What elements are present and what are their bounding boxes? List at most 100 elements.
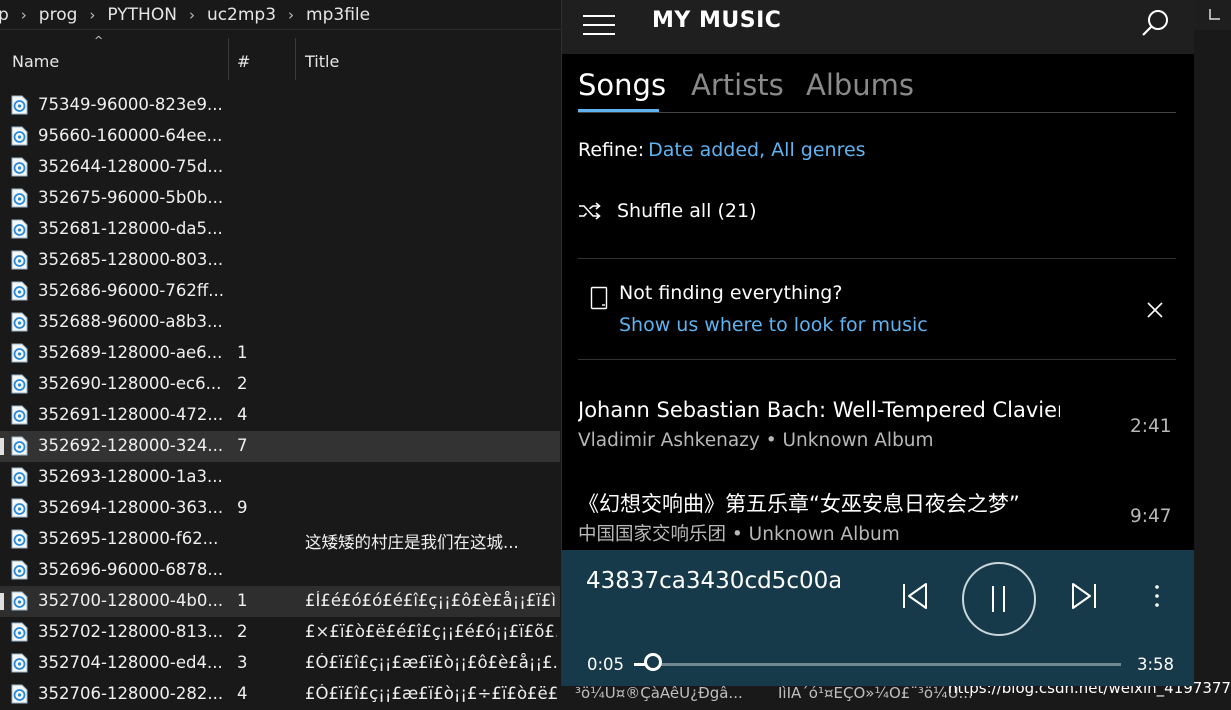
- missing-music-notice: Not finding everything? Show us where to…: [578, 274, 1176, 358]
- file-name: 352704-128000-ed4...: [38, 653, 223, 672]
- audio-file-icon: [11, 622, 28, 642]
- now-playing-bar: 43837ca3430cd5c00ab 0:05 3:58: [562, 550, 1194, 686]
- row-checkbox[interactable]: [0, 438, 4, 455]
- audio-file-icon: [11, 250, 28, 270]
- close-icon[interactable]: [1146, 301, 1164, 319]
- refresh-button[interactable]: [1194, 0, 1231, 30]
- file-track-number: 3: [237, 653, 248, 672]
- refresh-icon: [1209, 9, 1220, 20]
- chevron-right-icon: ›: [20, 5, 27, 24]
- file-row[interactable]: 352688-96000-a8b3...: [0, 307, 560, 338]
- file-row[interactable]: 352686-96000-762ff...: [0, 276, 560, 307]
- pause-button[interactable]: [962, 562, 1036, 636]
- song-list-item[interactable]: 《幻想交响曲》第五乐章“女巫安息日夜会之梦” 中国国家交响乐团 • Unknow…: [578, 480, 1176, 560]
- column-header-name[interactable]: Name: [12, 52, 59, 71]
- file-row[interactable]: 352690-128000-ec6... 2: [0, 369, 560, 400]
- breadcrumb-label: uc2mp3: [206, 4, 277, 25]
- column-divider[interactable]: [295, 38, 296, 80]
- audio-file-icon: [11, 653, 28, 673]
- file-name: 352675-96000-5b0b...: [38, 188, 224, 207]
- sort-ascending-icon: ^: [94, 34, 104, 47]
- breadcrumb-item[interactable]: prog ›: [35, 5, 104, 25]
- now-playing-title[interactable]: 43837ca3430cd5c00ab: [586, 568, 840, 594]
- audio-file-icon: [11, 343, 28, 363]
- audio-file-icon: [11, 436, 28, 456]
- search-button[interactable]: [1140, 8, 1172, 40]
- more-options-button[interactable]: [1154, 584, 1160, 612]
- app-header: MY MUSIC: [562, 0, 1194, 54]
- breadcrumb-item[interactable]: uc2mp3 ›: [203, 5, 302, 25]
- breadcrumb-label: prog: [38, 4, 78, 25]
- file-row[interactable]: 352644-128000-75d...: [0, 152, 560, 183]
- skip-next-icon: [1072, 583, 1096, 609]
- file-track-number: 7: [237, 436, 248, 455]
- file-track-number: 4: [237, 684, 248, 703]
- music-app-window: MY MUSIC Songs Artists Albums Refine: Dat…: [561, 0, 1194, 686]
- breadcrumb-label: mp3file: [306, 4, 371, 25]
- row-checkbox[interactable]: [0, 593, 4, 610]
- current-time: 0:05: [587, 655, 625, 674]
- next-button[interactable]: [1069, 582, 1099, 614]
- seek-bar[interactable]: [634, 653, 1121, 671]
- breadcrumb-item[interactable]: p ›: [0, 5, 35, 25]
- column-header-number[interactable]: #: [237, 52, 250, 71]
- file-row[interactable]: 352692-128000-324... 7: [0, 431, 560, 462]
- tab-artists[interactable]: Artists: [691, 68, 784, 102]
- hamburger-menu-icon[interactable]: [583, 12, 617, 42]
- song-title: 《幻想交响曲》第五乐章“女巫安息日夜会之梦”: [578, 492, 1020, 516]
- file-name: 352696-96000-6878...: [38, 560, 224, 579]
- file-row[interactable]: 352700-128000-4b0... 1 £Í£é£ó£ó£é£î£ç¡¡£ô£…: [0, 586, 560, 617]
- song-subtitle: 中国国家交响乐团 • Unknown Album: [578, 524, 900, 545]
- chevron-right-icon: ›: [188, 5, 195, 24]
- audio-file-icon: [11, 312, 28, 332]
- file-name: 352690-128000-ec6...: [38, 374, 222, 393]
- file-name: 352706-128000-282...: [38, 684, 224, 703]
- file-row[interactable]: 352681-128000-da5...: [0, 214, 560, 245]
- song-title: Johann Sebastian Bach: Well-Tempered Cla…: [578, 398, 1060, 422]
- file-track-number: 1: [237, 343, 248, 362]
- file-row[interactable]: 352693-128000-1a3...: [0, 462, 560, 493]
- file-name: 352685-128000-803...: [38, 250, 224, 269]
- breadcrumb-item[interactable]: mp3file: [302, 5, 374, 25]
- file-row[interactable]: 352695-128000-f62... 这矮矮的村庄是我们在这城...: [0, 524, 560, 555]
- file-row[interactable]: 352704-128000-ed4... 3 £Ó£ï£î£ç¡¡£æ£ï£ò¡¡£…: [0, 648, 560, 679]
- file-row[interactable]: 352675-96000-5b0b...: [0, 183, 560, 214]
- file-row[interactable]: 95660-160000-64ee...: [0, 121, 560, 152]
- file-row[interactable]: 352696-96000-6878...: [0, 555, 560, 586]
- audio-file-icon: [11, 498, 28, 518]
- file-title: 这矮矮的村庄是我们在这城...: [305, 533, 519, 552]
- shuffle-label: Shuffle all (21): [617, 200, 757, 222]
- file-name: 352702-128000-813...: [38, 622, 224, 641]
- device-icon: [590, 286, 608, 310]
- breadcrumb-item[interactable]: PYTHON ›: [103, 5, 203, 25]
- find-music-link[interactable]: Show us where to look for music: [619, 314, 928, 336]
- column-header-title[interactable]: Title: [305, 52, 339, 71]
- tab-albums[interactable]: Albums: [806, 68, 914, 102]
- file-name: 352686-96000-762ff...: [38, 281, 224, 300]
- file-row[interactable]: 352706-128000-282... 4 £Ó£ï£î£ç¡¡£æ£ï£ò¡¡£…: [0, 679, 560, 710]
- shuffle-all-button[interactable]: Shuffle all (21): [578, 200, 757, 222]
- seek-thumb[interactable]: [644, 653, 663, 671]
- audio-file-icon: [11, 560, 28, 580]
- tab-songs[interactable]: Songs: [578, 68, 666, 102]
- audio-file-icon: [11, 219, 28, 239]
- file-name: 352694-128000-363...: [38, 498, 224, 517]
- audio-file-icon: [11, 405, 28, 425]
- file-row[interactable]: 352691-128000-472... 4: [0, 400, 560, 431]
- file-row[interactable]: 352689-128000-ae6... 1: [0, 338, 560, 369]
- previous-button[interactable]: [900, 582, 930, 614]
- file-name: 352693-128000-1a3...: [38, 467, 223, 486]
- file-title-cell: ³ö¼Ù¤®ÇàÄêÜ¿Ðgâ...: [575, 684, 743, 702]
- file-row[interactable]: 352694-128000-363... 9: [0, 493, 560, 524]
- file-row[interactable]: 75349-96000-823e9...: [0, 90, 560, 121]
- file-album-cell: ÌìÌÂ´ó¹¤ÊÇÒ»¼Ò£¨³ö¼Ù...: [778, 684, 973, 702]
- audio-file-icon: [11, 591, 28, 611]
- column-divider[interactable]: [228, 38, 229, 80]
- file-row[interactable]: 352702-128000-813... 2 £×£ï£ò£ë£é£î£ç¡¡£é£…: [0, 617, 560, 648]
- refine-link[interactable]: Date added, All genres: [648, 139, 865, 161]
- pivot-tabs: Songs Artists Albums: [578, 66, 1176, 112]
- divider: [578, 258, 1176, 259]
- song-list-item[interactable]: Johann Sebastian Bach: Well-Tempered Cla…: [578, 390, 1176, 470]
- file-row[interactable]: 352685-128000-803...: [0, 245, 560, 276]
- shuffle-icon: [579, 202, 601, 220]
